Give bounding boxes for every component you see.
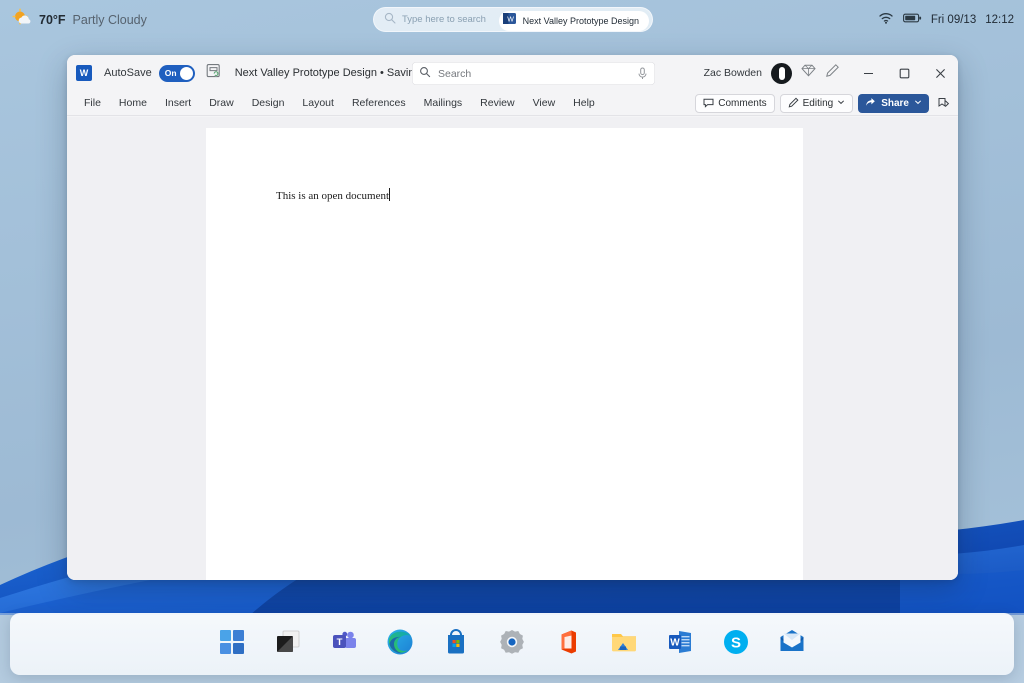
minimize-icon[interactable] xyxy=(850,55,886,91)
tab-insert[interactable]: Insert xyxy=(156,94,200,112)
weather-description: Partly Cloudy xyxy=(72,13,147,27)
comments-label: Comments xyxy=(718,98,767,109)
taskbar-open-document-pill[interactable]: W Next Valley Prototype Design xyxy=(498,10,649,31)
edge-button[interactable] xyxy=(383,627,417,661)
share-label: Share xyxy=(881,98,909,109)
comments-button[interactable]: Comments xyxy=(695,94,775,113)
autosave-toggle-state: On xyxy=(164,68,177,78)
tab-mailings[interactable]: Mailings xyxy=(415,94,472,112)
autosave-toggle[interactable]: On xyxy=(158,64,195,82)
tab-draw[interactable]: Draw xyxy=(200,94,243,112)
word-icon: W xyxy=(666,628,694,661)
microphone-icon[interactable] xyxy=(637,67,648,85)
share-icon xyxy=(865,97,876,111)
skype-icon: S xyxy=(722,628,750,661)
editing-mode-button[interactable]: Editing xyxy=(779,94,854,113)
word-app-icon xyxy=(76,65,92,81)
svg-text:W: W xyxy=(670,637,680,648)
windows-start-icon xyxy=(218,628,246,661)
tab-home[interactable]: Home xyxy=(110,94,156,112)
pen-icon[interactable] xyxy=(825,63,840,83)
svg-text:S: S xyxy=(731,634,741,651)
document-canvas: This is an open document xyxy=(67,117,958,580)
clock[interactable]: Fri 09/13 12:12 xyxy=(931,14,1014,26)
settings-gear-icon xyxy=(498,628,526,661)
teams-button[interactable]: T xyxy=(327,627,361,661)
chevron-down-icon xyxy=(837,98,845,109)
close-icon[interactable] xyxy=(922,55,958,91)
ribbon-display-options-icon[interactable] xyxy=(934,94,953,113)
search-icon xyxy=(419,65,431,83)
settings-button[interactable] xyxy=(495,627,529,661)
user-area: Zac Bowden xyxy=(704,55,840,91)
tab-layout[interactable]: Layout xyxy=(293,94,343,112)
window-controls xyxy=(850,55,958,91)
file-explorer-button[interactable] xyxy=(607,627,641,661)
task-view-icon xyxy=(274,628,302,661)
document-page[interactable]: This is an open document xyxy=(206,128,803,580)
clock-time: 12:12 xyxy=(985,14,1014,26)
mail-icon xyxy=(778,628,806,661)
ribbon-tabs: File Home Insert Draw Design Layout Refe… xyxy=(75,94,604,112)
text-cursor xyxy=(389,188,391,201)
word-window: AutoSave On Next Valley Prototype Design… xyxy=(67,55,958,580)
office-button[interactable] xyxy=(551,627,585,661)
task-view-button[interactable] xyxy=(271,627,305,661)
comment-bubble-icon xyxy=(703,97,714,111)
ribbon-tab-bar: File Home Insert Draw Design Layout Refe… xyxy=(67,91,958,116)
desktop: 70°F Partly Cloudy Type here to search W xyxy=(0,0,1024,683)
word-title-bar: AutoSave On Next Valley Prototype Design… xyxy=(67,55,958,91)
svg-text:T: T xyxy=(337,637,343,648)
avatar[interactable] xyxy=(771,62,792,84)
wifi-icon[interactable] xyxy=(878,11,894,30)
tab-review[interactable]: Review xyxy=(471,94,523,112)
word-button[interactable]: W xyxy=(663,627,697,661)
ribbon-actions: Comments Editing Share xyxy=(695,91,953,116)
system-tray: Fri 09/13 12:12 xyxy=(878,0,1014,40)
pen-icon xyxy=(788,97,799,111)
search-icon xyxy=(384,11,396,29)
desktop-top-bar: 70°F Partly Cloudy Type here to search W xyxy=(0,0,1024,40)
editing-label: Editing xyxy=(802,98,834,109)
taskbar-search-box[interactable]: Type here to search W Next Valley Protot… xyxy=(373,7,653,32)
office-icon xyxy=(554,628,582,661)
share-button[interactable]: Share xyxy=(858,94,929,113)
autosave-label: AutoSave xyxy=(104,67,152,79)
save-sync-icon[interactable] xyxy=(206,63,221,83)
document-title[interactable]: Next Valley Prototype Design • Saving... xyxy=(235,67,430,79)
weather-temperature: 70°F xyxy=(39,13,66,27)
skype-button[interactable]: S xyxy=(719,627,753,661)
tab-help[interactable]: Help xyxy=(564,94,604,112)
microsoft-store-icon xyxy=(442,628,470,661)
word-search-placeholder: Search xyxy=(438,67,472,80)
clock-date: Fri 09/13 xyxy=(930,14,977,26)
autosave-toggle-knob xyxy=(179,66,193,80)
tab-design[interactable]: Design xyxy=(243,94,294,112)
search-input-placeholder: Type here to search xyxy=(402,14,486,25)
edge-icon xyxy=(386,628,414,661)
document-body-text[interactable]: This is an open document xyxy=(276,188,391,202)
word-search-box[interactable]: Search xyxy=(412,62,655,85)
teams-icon: T xyxy=(330,628,358,661)
tab-file[interactable]: File xyxy=(75,94,110,112)
weather-widget[interactable]: 70°F Partly Cloudy xyxy=(12,8,147,33)
user-name: Zac Bowden xyxy=(703,67,762,79)
diamond-copilot-icon[interactable] xyxy=(801,63,816,83)
file-explorer-icon xyxy=(610,628,638,661)
chevron-down-icon xyxy=(914,98,922,109)
store-button[interactable] xyxy=(439,627,473,661)
word-app-icon: W xyxy=(502,11,517,31)
partly-cloudy-icon xyxy=(12,8,32,33)
tab-view[interactable]: View xyxy=(524,94,565,112)
taskbar: T W S xyxy=(10,613,1014,675)
taskbar-pill-label: Next Valley Prototype Design xyxy=(522,15,639,26)
svg-text:W: W xyxy=(507,16,514,23)
start-button[interactable] xyxy=(215,627,249,661)
mail-button[interactable] xyxy=(775,627,809,661)
document-text-content: This is an open document xyxy=(276,190,390,202)
tab-references[interactable]: References xyxy=(343,94,415,112)
battery-icon[interactable] xyxy=(902,11,922,29)
maximize-icon[interactable] xyxy=(886,55,922,91)
